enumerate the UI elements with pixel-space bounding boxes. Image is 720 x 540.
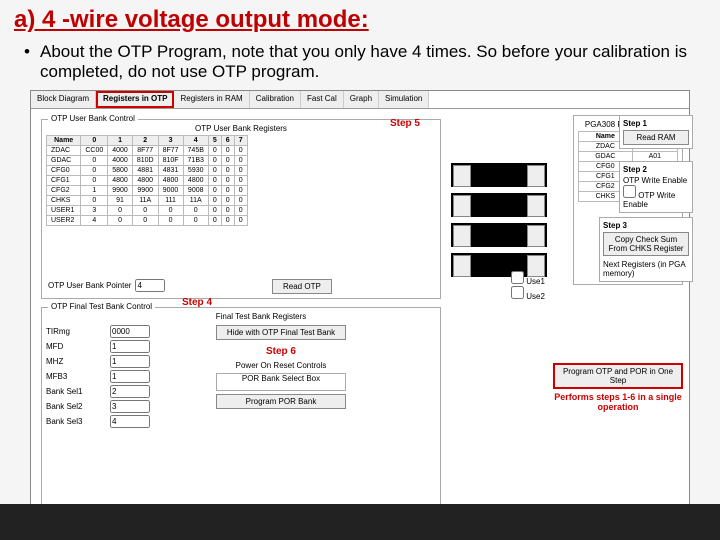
read-otp-button[interactable]: Read OTP — [272, 279, 332, 294]
step1-label: Step 1 — [623, 119, 689, 128]
step5-label: Step 5 — [390, 118, 420, 129]
bar-2 — [451, 193, 547, 217]
tab-graph[interactable]: Graph — [344, 91, 379, 108]
user-bank-group: OTP User Bank Control OTP User Bank Regi… — [41, 119, 441, 299]
tab-registers-otp[interactable]: Registers in OTP — [96, 91, 174, 108]
final-test-group: OTP Final Test Bank Control Final Test B… — [41, 307, 441, 507]
ptr-input[interactable] — [135, 279, 165, 292]
use-checks: Use1 Use2 — [511, 271, 545, 301]
footer-bar — [0, 504, 720, 540]
user-bank-sub: OTP User Bank Registers — [46, 124, 436, 133]
program-group: Program OTP and POR in One Step Performs… — [553, 361, 683, 412]
bank-pointer: OTP User Bank Pointer — [48, 279, 165, 292]
user-bank-legend: OTP User Bank Control — [48, 114, 138, 123]
step2-label: Step 2 — [623, 165, 689, 174]
step6-label: Step 6 — [216, 346, 346, 357]
otp-write-check[interactable]: OTP Write Enable — [623, 191, 675, 209]
progress-bars — [451, 163, 547, 283]
program-note: Performs steps 1-6 in a single operation — [553, 392, 683, 412]
page-title: a) 4 -wire voltage output mode: — [0, 0, 720, 36]
bar-1 — [451, 163, 547, 187]
step3-label: Step 3 — [603, 221, 689, 230]
use1-check[interactable]: Use1 — [511, 271, 545, 286]
hide-button[interactable]: Hide with OTP Final Test Bank — [216, 325, 346, 340]
por-box: POR Bank Select Box — [216, 373, 346, 391]
copy-checksum-button[interactable]: Copy Check Sum From CHKS Register — [603, 232, 689, 256]
tab-fast-cal[interactable]: Fast Cal — [301, 91, 344, 108]
next-reg-label: Next Registers (in PGA memory) — [603, 260, 689, 278]
tab-registers-ram[interactable]: Registers in RAM — [174, 91, 249, 108]
step3-box: Step 3 Copy Check Sum From CHKS Register… — [599, 217, 693, 282]
ft-sub: Final Test Bank Registers — [86, 312, 436, 321]
por-label: Power On Reset Controls — [216, 361, 346, 370]
tab-block-diagram[interactable]: Block Diagram — [31, 91, 96, 108]
read-ram-button[interactable]: Read RAM — [623, 130, 689, 145]
program-por-button[interactable]: Program POR Bank — [216, 394, 346, 409]
step2-box: Step 2 OTP Write Enable OTP Write Enable — [619, 161, 693, 213]
app-window: Block Diagram Registers in OTP Registers… — [30, 90, 690, 510]
bank-table: Name01234567ZDACCC0040008F778F77745B000G… — [46, 135, 248, 226]
ft-legend: OTP Final Test Bank Control — [48, 302, 155, 311]
step1-box: Step 1 Read RAM — [619, 115, 693, 149]
ft-right: Hide with OTP Final Test Bank Step 6 Pow… — [216, 323, 346, 409]
bar-3 — [451, 223, 547, 247]
program-otp-por-button[interactable]: Program OTP and POR in One Step — [553, 363, 683, 389]
tab-bar: Block Diagram Registers in OTP Registers… — [31, 91, 689, 109]
ft-fields: TIRmgMFDMHZMFB3Bank Sel1Bank Sel2Bank Se… — [46, 323, 196, 430]
step2-text: OTP Write Enable — [623, 176, 689, 185]
use2-check[interactable]: Use2 — [511, 286, 545, 301]
tab-simulation[interactable]: Simulation — [379, 91, 429, 108]
tab-calibration[interactable]: Calibration — [250, 91, 301, 108]
ptr-label: OTP User Bank Pointer — [48, 281, 131, 290]
intro-bullet: About the OTP Program, note that you onl… — [0, 36, 720, 90]
